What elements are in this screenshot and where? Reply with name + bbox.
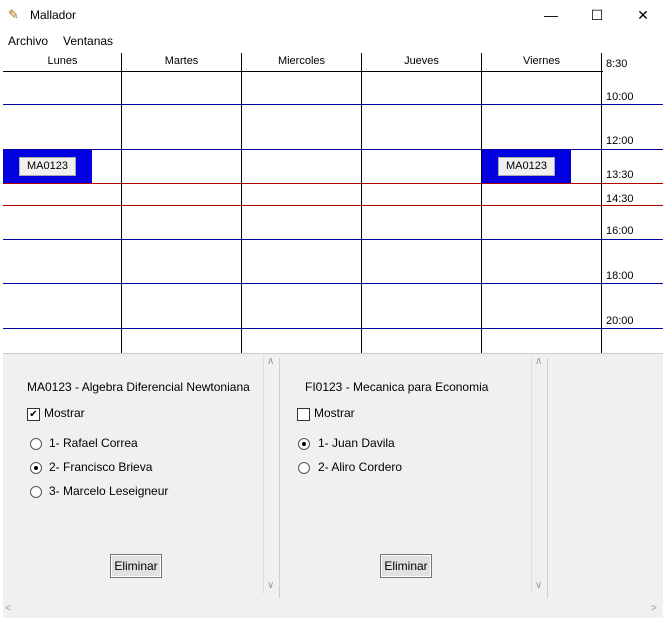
row-line: [3, 328, 663, 329]
header-divider: [3, 71, 603, 72]
time-label: 12:00: [606, 135, 634, 147]
delete-button[interactable]: Eliminar: [380, 554, 432, 578]
show-label: Mostrar: [314, 406, 355, 420]
scroll-down-icon[interactable]: ∨: [267, 580, 274, 591]
day-header-miercoles: Miercoles: [277, 55, 326, 67]
course-block-label: MA0123: [19, 157, 76, 176]
professor-label: 3- Marcelo Leseigneur: [49, 484, 169, 498]
course-block-viernes[interactable]: MA0123: [482, 150, 571, 183]
delete-button[interactable]: Eliminar: [110, 554, 162, 578]
scroll-up-icon[interactable]: ∧: [267, 356, 274, 367]
panel-scrollbar[interactable]: ∧ ∨: [263, 354, 278, 594]
time-label: 13:30: [606, 169, 634, 181]
time-label: 16:00: [606, 225, 634, 237]
column-divider: [241, 53, 242, 353]
course-block-lunes[interactable]: MA0123: [3, 150, 92, 183]
time-label: 18:00: [606, 270, 634, 282]
time-label: 8:30: [606, 58, 628, 70]
column-divider: [481, 53, 482, 353]
menu-ventanas[interactable]: Ventanas: [63, 34, 113, 48]
row-line: [3, 239, 663, 240]
show-checkbox[interactable]: [297, 408, 310, 421]
day-header-martes: Martes: [164, 55, 199, 67]
professor-label: 2- Aliro Cordero: [318, 460, 403, 474]
professor-label: 1- Juan Davila: [318, 436, 395, 450]
panel-scrollbar[interactable]: ∧ ∨: [531, 354, 546, 594]
horizontal-scrollbar[interactable]: < >: [3, 602, 663, 616]
window-title: Mallador: [30, 8, 77, 22]
professor-label: 2- Francisco Brieva: [49, 460, 153, 474]
menu-bar: Archivo Ventanas: [0, 31, 668, 51]
professor-radio-selected[interactable]: [30, 462, 42, 474]
maximize-button[interactable]: ☐: [574, 0, 620, 31]
time-label: 20:00: [606, 315, 634, 327]
course-title: MA0123 - Algebra Diferencial Newtoniana: [27, 380, 250, 394]
professor-radio[interactable]: [30, 486, 42, 498]
row-line: [3, 183, 663, 184]
row-line: [3, 205, 663, 206]
professor-radio[interactable]: [30, 438, 42, 450]
scroll-up-icon[interactable]: ∧: [535, 356, 542, 367]
course-panel-ma0123: MA0123 - Algebra Diferencial Newtoniana …: [3, 358, 277, 598]
close-button[interactable]: ✕: [620, 0, 666, 31]
show-label: Mostrar: [44, 406, 85, 420]
column-divider: [601, 53, 602, 353]
row-line: [3, 104, 663, 105]
professor-label: 1- Rafael Correa: [49, 436, 138, 450]
day-header-lunes: Lunes: [47, 55, 78, 67]
scroll-down-icon[interactable]: ∨: [535, 580, 542, 591]
menu-archivo[interactable]: Archivo: [8, 34, 48, 48]
day-header-jueves: Jueves: [404, 55, 439, 67]
column-divider: [121, 53, 122, 353]
show-checkbox[interactable]: ✔: [27, 408, 40, 421]
course-panels: MA0123 - Algebra Diferencial Newtoniana …: [3, 353, 663, 618]
day-header-viernes: Viernes: [522, 55, 561, 67]
row-line: [3, 283, 663, 284]
course-title: FI0123 - Mecanica para Economia: [305, 380, 489, 394]
course-block-label: MA0123: [498, 157, 555, 176]
time-label: 14:30: [606, 193, 634, 205]
scroll-left-icon[interactable]: <: [5, 603, 11, 614]
scroll-right-icon[interactable]: >: [651, 603, 657, 614]
title-bar: ✎ Mallador — ☐ ✕: [0, 0, 668, 31]
course-panel-fi0123: FI0123 - Mecanica para Economia Mostrar …: [281, 358, 531, 598]
panel-divider: [547, 358, 548, 598]
time-label: 10:00: [606, 91, 634, 103]
column-divider: [361, 53, 362, 353]
compass-icon: ✎: [8, 7, 19, 22]
schedule-grid: Lunes Martes Miercoles Jueves Viernes 8:…: [3, 53, 663, 353]
panel-divider: [279, 358, 280, 598]
professor-radio[interactable]: [298, 462, 310, 474]
professor-radio-selected[interactable]: [298, 438, 310, 450]
minimize-button[interactable]: —: [528, 0, 574, 31]
